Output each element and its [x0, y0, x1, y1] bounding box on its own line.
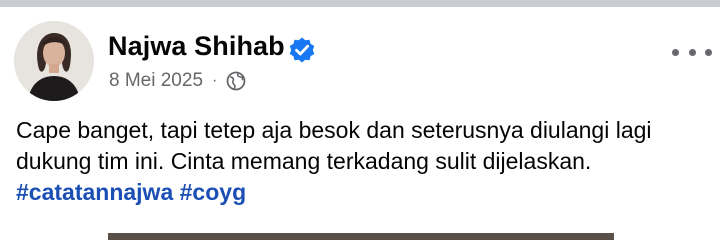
post-date[interactable]: 8 Mei 2025 — [109, 70, 203, 92]
globe-icon[interactable] — [226, 71, 246, 91]
avatar-photo — [14, 21, 94, 101]
post-text: Cape banget, tapi tetep aja besok dan se… — [16, 115, 706, 208]
top-divider — [0, 0, 720, 7]
meta-separator: · — [212, 72, 218, 89]
more-dot — [688, 48, 696, 56]
post-body-text: Cape banget, tapi tetep aja besok dan se… — [16, 117, 652, 174]
hashtag-link[interactable]: #coyg — [180, 179, 246, 205]
more-options-icon[interactable] — [672, 42, 712, 62]
post-header: Najwa Shihab 8 Mei 2025 · — [0, 7, 720, 107]
more-dot — [672, 48, 679, 56]
hashtag-link[interactable]: #catatannajwa — [16, 179, 173, 205]
avatar[interactable] — [14, 21, 94, 101]
more-dot — [705, 48, 712, 56]
author-name[interactable]: Najwa Shihab — [108, 31, 285, 62]
post-meta: 8 Mei 2025 · — [109, 68, 246, 94]
verified-badge-icon — [289, 37, 315, 63]
post-media-preview[interactable] — [108, 233, 614, 240]
